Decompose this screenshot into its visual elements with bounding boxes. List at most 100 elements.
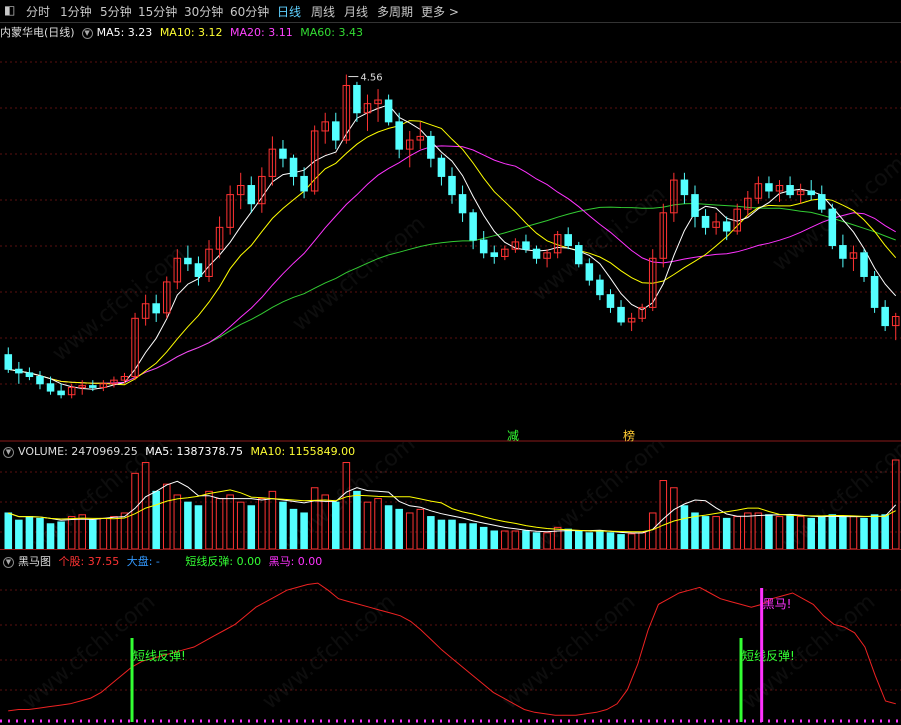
volume-bar bbox=[490, 530, 499, 550]
candle-body bbox=[46, 383, 55, 392]
volume-bar bbox=[110, 516, 118, 550]
signal-marker-rank: 榜 bbox=[623, 428, 635, 442]
period-tab-9[interactable]: 多周期 bbox=[377, 3, 413, 20]
candle-body bbox=[680, 179, 689, 196]
candle-body bbox=[427, 135, 435, 159]
candle-body bbox=[522, 241, 530, 250]
volume-bar bbox=[501, 530, 509, 550]
candle-body bbox=[279, 148, 287, 159]
volume-bar bbox=[184, 501, 192, 550]
volume-bar bbox=[585, 532, 594, 550]
candle-body bbox=[36, 376, 44, 385]
volume-bar bbox=[173, 494, 182, 550]
price-chart[interactable]: www.cfchi.com www.cfchi.com www.cfchi.com w… bbox=[0, 22, 901, 442]
volume-chart[interactable]: www.cfchi.com www.cfchi.com www.cfchi.com w… bbox=[0, 442, 901, 550]
volume-bar bbox=[596, 530, 604, 550]
signal-label: 短线反弹! bbox=[742, 649, 795, 663]
period-toolbar: 分时 1分钟 5分钟 15分钟 30分钟 60分钟 日线 周线 月线 多周期 更多 > ◧ bbox=[0, 0, 901, 23]
candle-body bbox=[4, 354, 13, 370]
period-tab-8[interactable]: 月线 bbox=[344, 3, 368, 20]
volume-bar bbox=[289, 508, 298, 550]
volume-bar bbox=[89, 519, 97, 550]
volume-bar bbox=[870, 514, 879, 550]
candle-body bbox=[606, 294, 615, 308]
volume-bar bbox=[437, 519, 446, 550]
volume-bar bbox=[141, 462, 150, 550]
volume-bar bbox=[733, 516, 742, 550]
candle-body bbox=[701, 215, 710, 228]
volume-bar bbox=[236, 501, 245, 550]
volume-bar bbox=[36, 517, 44, 550]
volume-bar bbox=[448, 519, 456, 550]
volume-bar bbox=[4, 512, 13, 550]
toolbar-menu-icon[interactable]: ◧ bbox=[4, 3, 15, 17]
candle-body bbox=[786, 185, 794, 196]
period-tab-3[interactable]: 15分钟 bbox=[138, 3, 177, 20]
candle-body bbox=[289, 157, 298, 177]
period-tab-0[interactable]: 分时 bbox=[26, 3, 50, 20]
volume-bar bbox=[395, 508, 403, 550]
volume-bar bbox=[57, 521, 65, 550]
candle-body bbox=[575, 245, 583, 265]
period-tab-7[interactable]: 周线 bbox=[311, 3, 335, 20]
candle-body bbox=[617, 306, 625, 323]
period-tab-2[interactable]: 5分钟 bbox=[100, 3, 132, 20]
candle-body bbox=[448, 175, 456, 196]
volume-bar bbox=[786, 514, 794, 550]
volume-bar bbox=[226, 494, 234, 550]
volume-bar bbox=[828, 514, 837, 550]
signal-label: 短线反弹! bbox=[133, 649, 186, 663]
candle-body bbox=[25, 372, 34, 378]
candle-body bbox=[807, 190, 815, 196]
volume-bar bbox=[575, 530, 583, 550]
signal-marker-reduce: 减 bbox=[507, 429, 519, 442]
candle-body bbox=[828, 208, 837, 247]
high-marker-label: 4.56 bbox=[360, 73, 382, 84]
volume-bar bbox=[46, 523, 55, 550]
volume-bar bbox=[300, 512, 308, 550]
period-tab-1[interactable]: 1分钟 bbox=[60, 3, 92, 20]
candle-body bbox=[532, 248, 541, 259]
candle-body bbox=[332, 121, 340, 141]
candle-body bbox=[57, 390, 65, 396]
volume-bar bbox=[99, 517, 108, 550]
volume-bar bbox=[701, 516, 710, 550]
volume-bar bbox=[258, 498, 266, 550]
volume-bar bbox=[775, 516, 784, 550]
watermark: www.cfchi.com bbox=[498, 589, 640, 714]
volume-bar bbox=[659, 480, 668, 550]
candle-body bbox=[152, 303, 160, 314]
ma5-line bbox=[8, 104, 897, 390]
volume-bar bbox=[205, 490, 213, 550]
candle-body bbox=[437, 157, 446, 177]
period-tab-4[interactable]: 30分钟 bbox=[184, 3, 223, 20]
period-tab-6[interactable]: 日线 bbox=[277, 3, 301, 20]
period-tab-10[interactable]: 更多 > bbox=[421, 3, 459, 20]
volume-bar bbox=[680, 505, 689, 550]
volume-bar bbox=[131, 472, 139, 550]
volume-bar bbox=[744, 512, 752, 550]
volume-bar bbox=[522, 530, 530, 550]
volume-bar bbox=[849, 516, 858, 550]
candle-body bbox=[881, 306, 889, 327]
candle-body bbox=[353, 84, 361, 114]
volume-bar bbox=[807, 517, 815, 550]
volume-bar bbox=[215, 498, 224, 550]
volume-bar bbox=[638, 532, 646, 550]
candle-body bbox=[870, 275, 879, 308]
candle-body bbox=[469, 212, 477, 241]
volume-bar bbox=[247, 505, 256, 550]
candle-body bbox=[722, 221, 731, 232]
candle-body bbox=[596, 279, 604, 296]
candle-body bbox=[194, 263, 203, 277]
volume-bar bbox=[891, 459, 900, 550]
volume-bar bbox=[754, 512, 763, 550]
volume-bar bbox=[25, 516, 34, 550]
volume-bar bbox=[353, 490, 361, 550]
period-tab-5[interactable]: 60分钟 bbox=[230, 3, 269, 20]
watermark: www.cfchi.com bbox=[48, 241, 190, 366]
candle-body bbox=[300, 175, 308, 192]
watermark: www.cfchi.com bbox=[258, 589, 400, 714]
indicator-chart[interactable]: www.cfchi.com www.cfchi.com www.cfchi.com w… bbox=[0, 550, 901, 725]
candle-body bbox=[384, 99, 393, 123]
